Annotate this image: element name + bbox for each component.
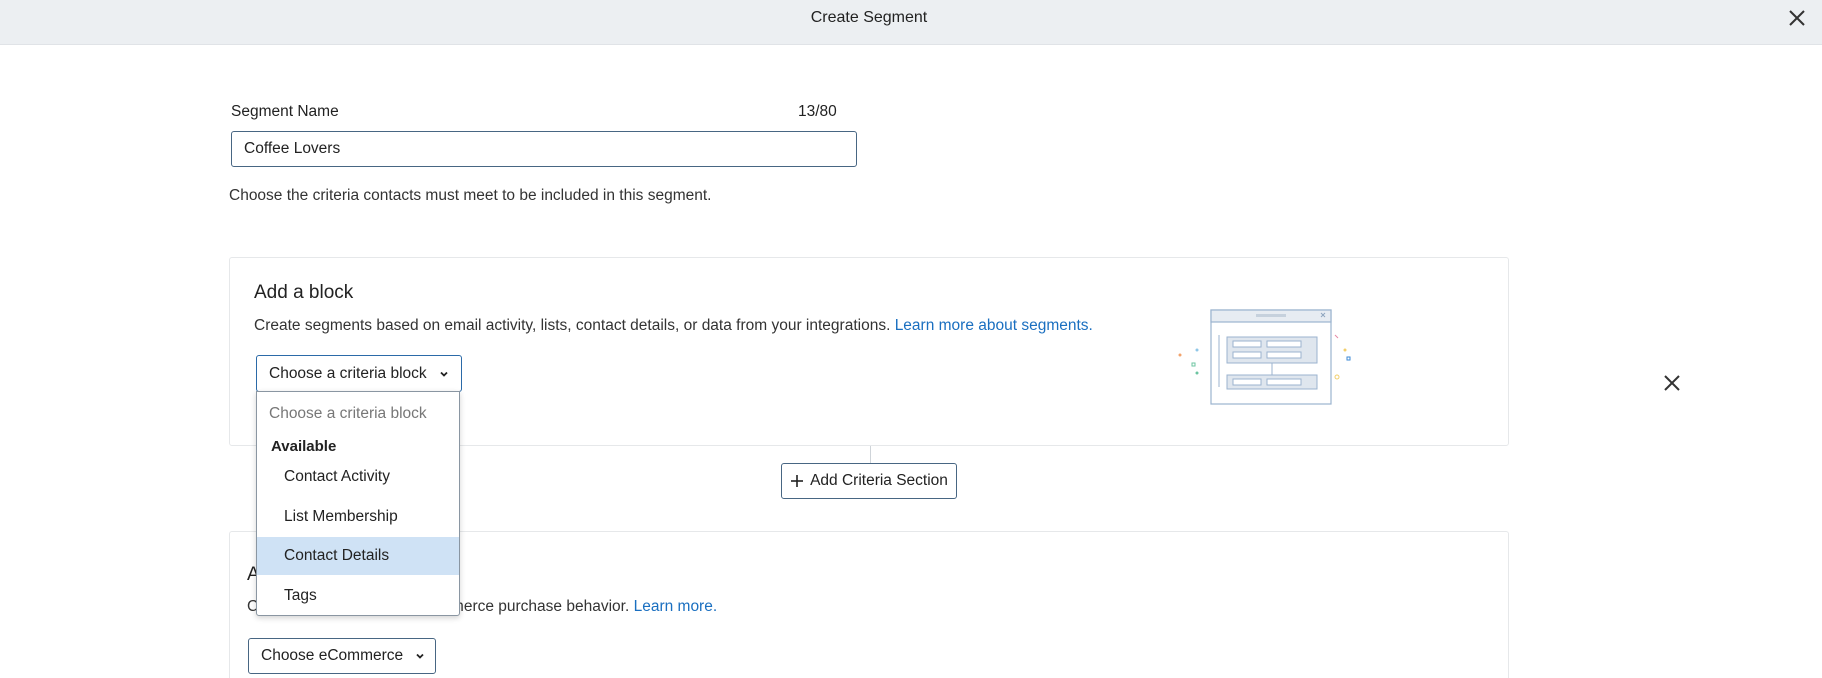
chevron-down-icon <box>440 371 448 377</box>
criteria-block-select-label: Choose a criteria block <box>269 364 427 382</box>
ecommerce-description-end-wrap: mmerce purchase behavior. Learn more. <box>438 598 717 616</box>
add-criteria-section-label: Add Criteria Section <box>810 472 948 489</box>
dropdown-item-list-membership[interactable]: List Membership <box>257 498 459 536</box>
dropdown-item-tags[interactable]: Tags <box>257 577 459 615</box>
add-block-heading: Add a block <box>254 282 354 303</box>
dropdown-item-contact-details[interactable]: Contact Details <box>257 537 459 575</box>
choose-ecommerce-label: Choose eCommerce <box>261 647 404 664</box>
section-connector <box>870 446 871 463</box>
criteria-block-dropdown: Choose a criteria block Available Contac… <box>256 391 460 616</box>
dropdown-group-label: Available <box>271 438 337 455</box>
plus-icon <box>791 475 804 487</box>
ecommerce-description-end: mmerce purchase behavior. <box>438 598 630 615</box>
add-block-description-text: Create segments based on email activity,… <box>254 317 891 334</box>
segment-name-label: Segment Name <box>231 103 339 120</box>
segment-name-counter: 13/80 <box>798 103 837 120</box>
segment-blocks-illustration-icon <box>1178 309 1351 405</box>
modal-title: Create Segment <box>810 9 928 26</box>
chevron-down-icon <box>416 653 424 659</box>
close-icon[interactable] <box>1786 7 1808 29</box>
dropdown-item-contact-activity[interactable]: Contact Activity <box>257 458 459 496</box>
add-block-description: Create segments based on email activity,… <box>254 317 1093 335</box>
criteria-block-select[interactable]: Choose a criteria block <box>256 355 462 392</box>
remove-block-icon[interactable] <box>1663 374 1681 392</box>
add-criteria-section-button[interactable]: Add Criteria Section <box>781 463 957 499</box>
modal-header: Create Segment <box>0 0 1822 45</box>
dropdown-placeholder[interactable]: Choose a criteria block <box>269 405 427 423</box>
learn-more-segments-link[interactable]: Learn more about segments. <box>895 317 1093 334</box>
criteria-instructions: Choose the criteria contacts must meet t… <box>229 187 712 204</box>
segment-name-input[interactable] <box>231 131 857 167</box>
learn-more-ecommerce-link[interactable]: Learn more. <box>634 598 718 615</box>
choose-ecommerce-select[interactable]: Choose eCommerce <box>248 638 436 674</box>
